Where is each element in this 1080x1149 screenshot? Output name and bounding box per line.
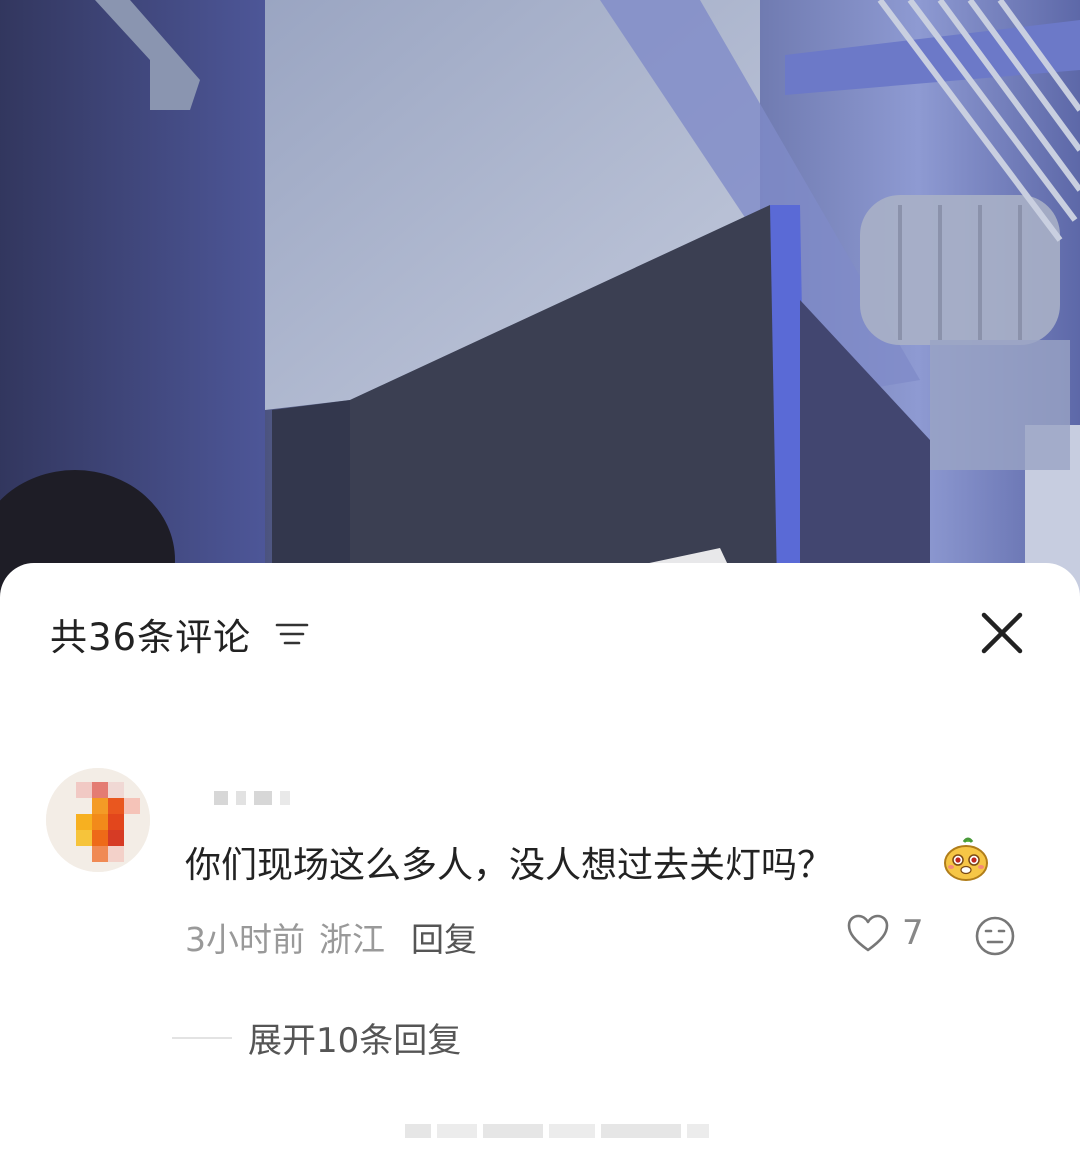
divider-line [172,1036,232,1039]
close-icon[interactable] [976,607,1028,659]
redacted-block [405,1124,431,1138]
comment-count-title: 共36条评论 [50,616,252,659]
redacted-block [687,1124,709,1138]
redacted-block [214,791,228,805]
comments-header: 共36条评论 [50,607,309,661]
neutral-face-icon[interactable] [974,915,1016,957]
heart-outline-icon [847,914,889,952]
comment-time: 3小时前 [185,920,305,959]
redacted-block [437,1124,477,1138]
sort-filter-icon[interactable] [275,619,309,649]
reply-button[interactable]: 回复 [411,913,477,961]
pixelated-avatar-image [46,768,150,872]
redacted-block [236,791,246,805]
comment-location: 浙江 [319,920,385,959]
redacted-block [280,791,290,805]
comments-sheet: 共36条评论 你们现场这么多人，没人想过去关灯吗？ 3小时前 浙江 回复 7 展… [0,563,1080,1149]
redacted-block [549,1124,595,1138]
like-count: 7 [902,913,924,953]
expand-replies-label: 展开10条回复 [248,1021,462,1061]
stage-scene [0,0,1080,640]
video-background[interactable] [0,0,1080,640]
redacted-bottom-bar [405,1124,709,1138]
username-redacted[interactable] [214,791,290,805]
comment-text: 你们现场这么多人，没人想过去关灯吗？ [185,845,834,886]
like-button[interactable]: 7 [846,913,924,953]
cartoon-face-emoji-icon [944,837,988,881]
comment-meta: 3小时前 浙江 回复 [185,913,477,961]
avatar[interactable] [46,768,150,872]
redacted-block [483,1124,543,1138]
redacted-block [601,1124,681,1138]
expand-replies-button[interactable]: 展开10条回复 [172,1013,461,1062]
redacted-block [254,791,272,805]
